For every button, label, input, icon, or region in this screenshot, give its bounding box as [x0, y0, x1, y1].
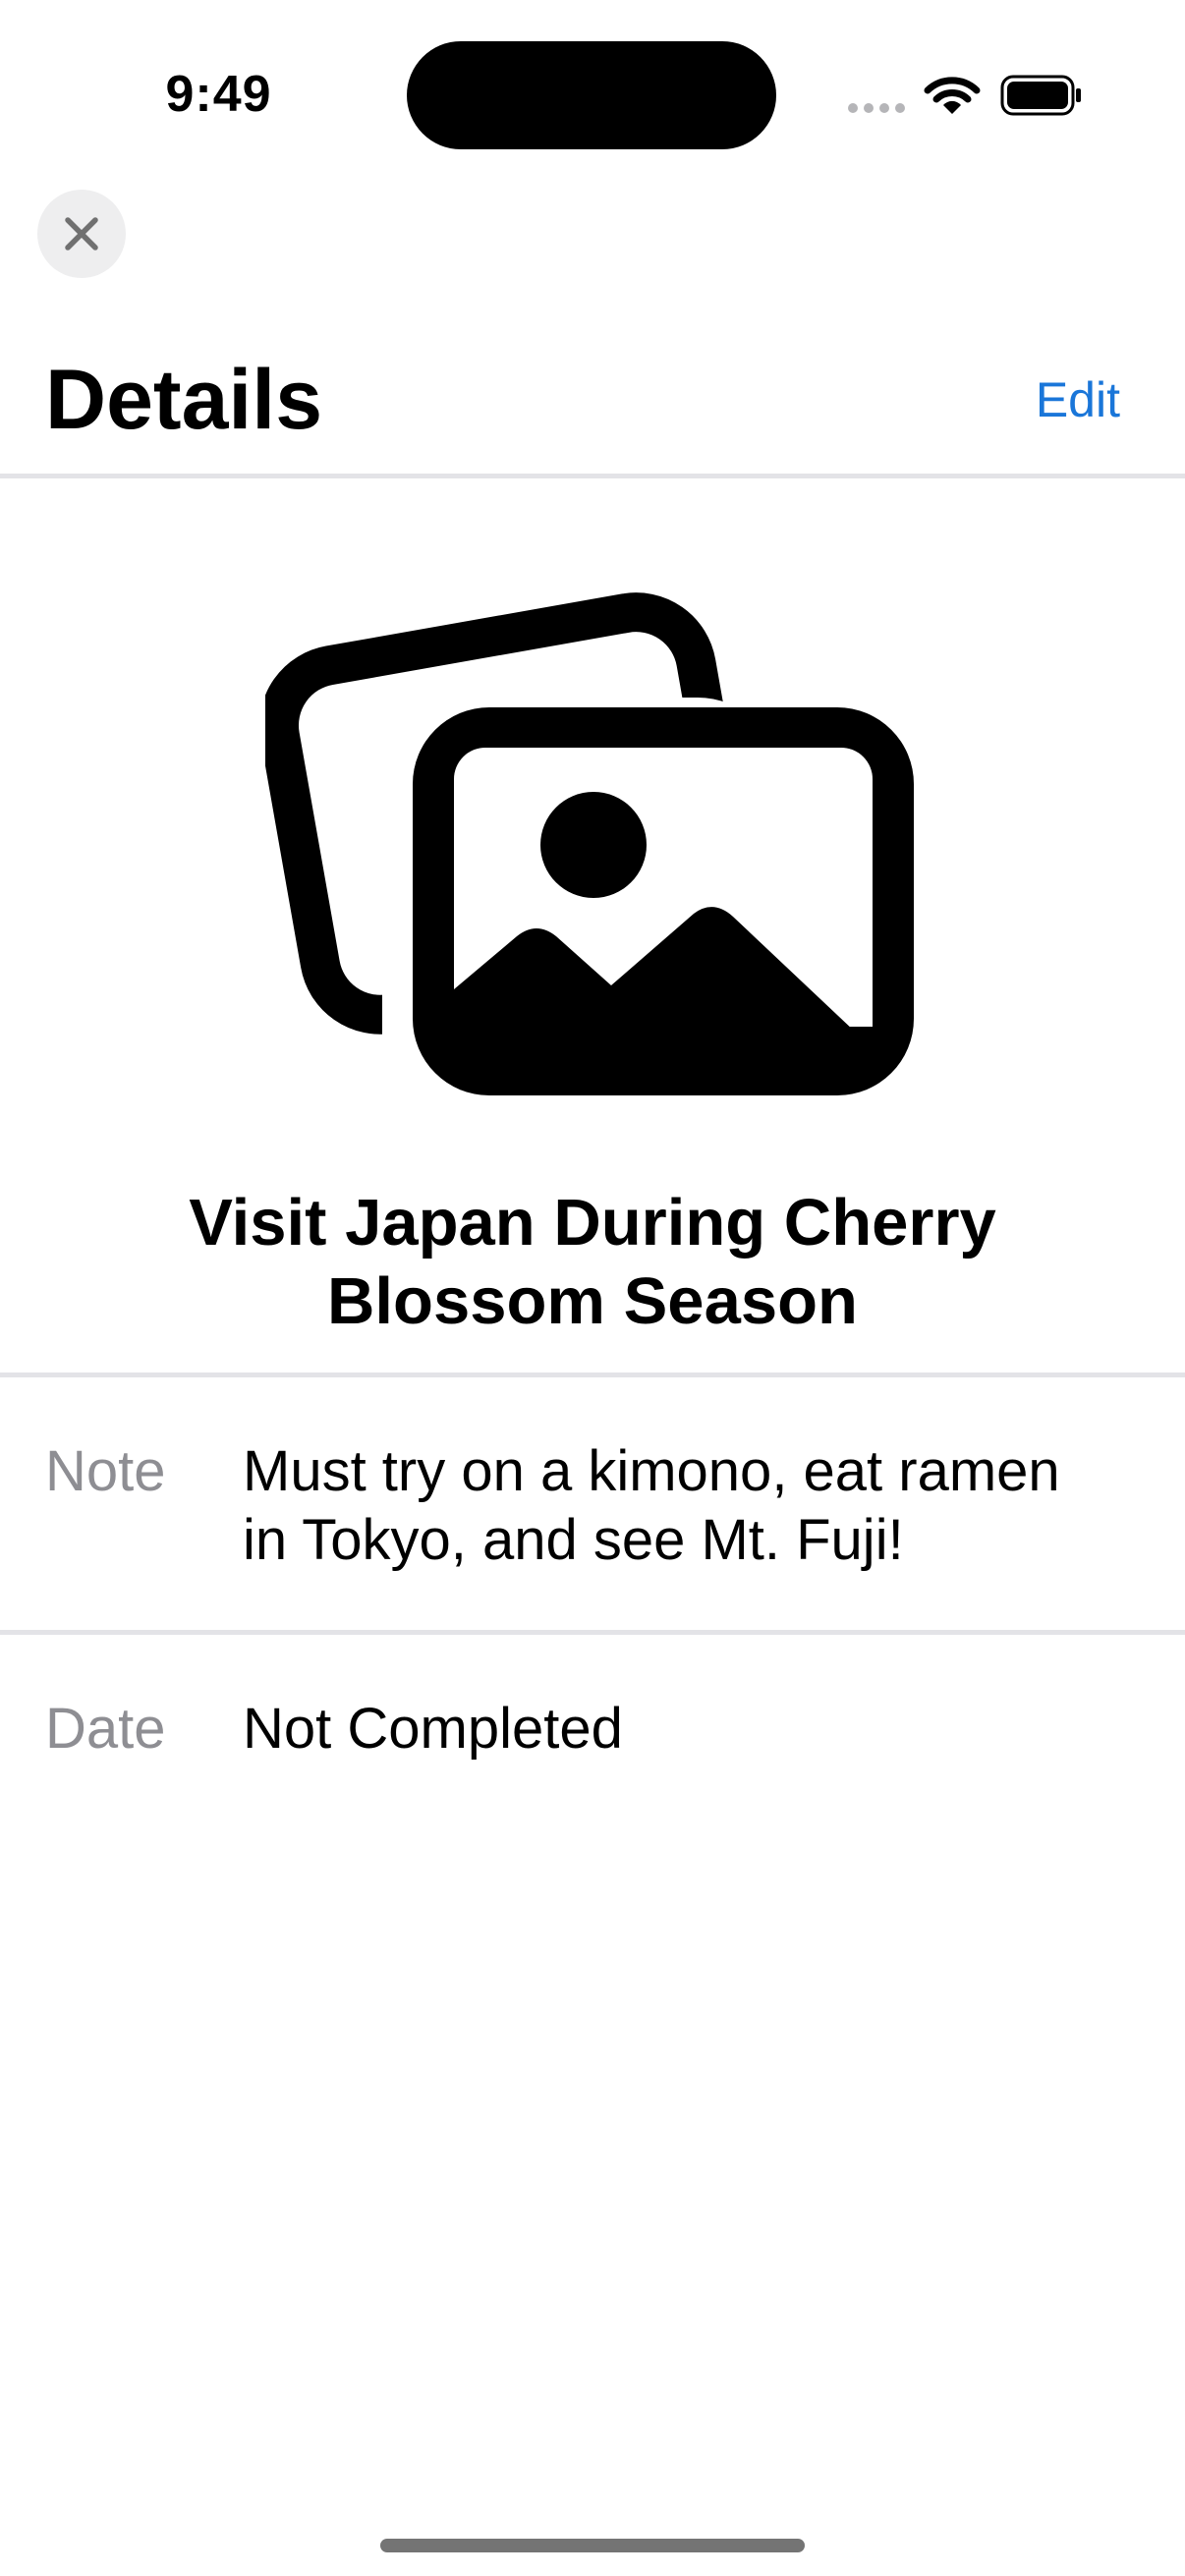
header-divider [0, 474, 1185, 478]
date-label: Date [45, 1697, 166, 1761]
date-value: Not Completed [243, 1697, 623, 1761]
note-label: Note [45, 1439, 166, 1503]
cellular-signal-icon [848, 103, 905, 113]
wifi-icon [924, 77, 981, 114]
battery-icon [1000, 75, 1081, 116]
status-bar: 9:49 [0, 0, 1185, 187]
photo-stack-icon [265, 592, 914, 1100]
dynamic-island [407, 41, 776, 149]
status-time: 9:49 [165, 66, 272, 123]
home-indicator[interactable] [380, 2539, 805, 2552]
note-value: Must try on a kimono, eat ramen in Tokyo… [243, 1439, 1060, 1572]
item-title: Visit Japan During Cherry Blossom Season [189, 1186, 996, 1338]
close-icon [65, 217, 98, 251]
close-button[interactable] [37, 190, 126, 278]
edit-button[interactable]: Edit [983, 365, 1120, 434]
note-divider [0, 1630, 1185, 1635]
page-title: Details [45, 353, 323, 447]
title-divider [0, 1372, 1185, 1377]
